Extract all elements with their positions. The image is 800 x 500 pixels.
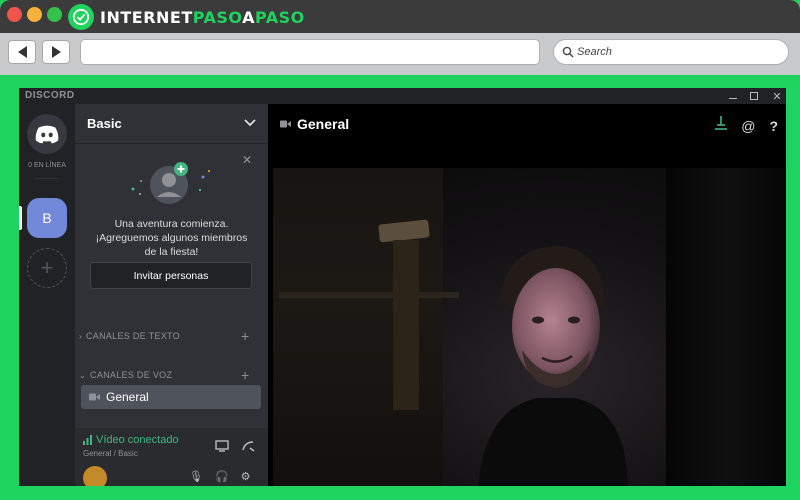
video-camera-icon <box>89 393 100 401</box>
back-button[interactable] <box>8 40 36 64</box>
invite-card: ✕ Una aventura comienza. ¡Agreguemos alg… <box>75 145 268 297</box>
server-rail: 0 EN LÍNEA B + <box>19 104 75 486</box>
video-stream[interactable] <box>273 168 786 486</box>
zoom-window-button[interactable] <box>47 7 62 22</box>
minimize-icon <box>729 97 737 99</box>
add-server-button[interactable]: + <box>27 248 67 288</box>
headphones-icon[interactable]: 🎧 <box>215 470 229 483</box>
browser-toolbar: INTERNETPASOAPASO Search <box>0 0 800 75</box>
brand-text-paso: PASO <box>192 7 243 27</box>
avatar[interactable] <box>83 466 107 486</box>
voice-channels-category[interactable]: ⌄ CANALES DE VOZ + <box>75 367 268 383</box>
browser-title-bar: INTERNETPASOAPASO <box>0 0 800 33</box>
voice-status-title: Vídeo conectado <box>96 434 179 446</box>
help-icon[interactable]: ? <box>769 118 778 134</box>
channel-sidebar: Basic ✕ Una aventura comienza. ¡Agreguem… <box>75 104 268 486</box>
card-line-1: Una aventura comienza. <box>114 218 229 230</box>
caret-down-icon: ⌄ <box>79 370 87 380</box>
mentions-icon[interactable]: @ <box>741 118 755 134</box>
selected-server-indicator <box>19 206 22 230</box>
discord-window: DISCORD ✕ 0 EN LÍNEA B + Basic ✕ Una ave… <box>19 88 786 486</box>
invite-people-button[interactable]: Invitar personas <box>90 262 252 289</box>
pin-icon[interactable] <box>715 116 728 135</box>
main-content: General @ ? <box>268 104 786 486</box>
voice-channel-name: General <box>106 390 149 404</box>
card-line-3: de la fiesta! <box>144 246 199 258</box>
search-icon <box>562 46 574 58</box>
video-person-figure <box>478 246 628 486</box>
rail-divider <box>35 178 59 179</box>
forward-arrow-icon <box>51 46 61 58</box>
maximize-button[interactable] <box>746 89 762 103</box>
home-button[interactable] <box>27 114 67 154</box>
video-lamp-base <box>393 240 419 410</box>
text-channels-category[interactable]: › CANALES DE TEXTO + <box>75 328 268 344</box>
voice-channel-general[interactable]: General <box>81 385 261 409</box>
dismiss-card-button[interactable]: ✕ <box>242 153 252 167</box>
online-count: 0 EN LÍNEA <box>28 162 66 169</box>
guild-name: Basic <box>87 116 122 131</box>
maximize-icon <box>750 92 758 100</box>
channel-title: General <box>297 116 350 132</box>
minimize-button[interactable] <box>725 89 741 103</box>
video-camera-icon <box>280 120 291 128</box>
text-channels-label: CANALES DE TEXTO <box>85 331 180 341</box>
back-arrow-icon <box>17 46 27 58</box>
address-bar[interactable] <box>80 39 540 65</box>
search-input[interactable]: Search <box>553 39 789 65</box>
gear-icon[interactable]: ⚙ <box>241 470 251 483</box>
close-button[interactable]: ✕ <box>769 89 785 103</box>
user-panel: 🎙 🎧 ⚙ <box>75 466 268 486</box>
card-line-2: ¡Agreguemos algunos miembros <box>95 232 248 244</box>
search-placeholder: Search <box>577 46 612 58</box>
party-illustration-icon <box>131 162 210 204</box>
add-text-channel-button[interactable]: + <box>241 328 249 344</box>
close-window-button[interactable] <box>7 7 22 22</box>
discord-title-bar: DISCORD ✕ <box>19 88 786 104</box>
discord-wordmark: DISCORD <box>25 90 75 101</box>
brand-mark-icon <box>68 4 94 30</box>
brand-text-internet: INTERNET <box>100 7 193 27</box>
discord-logo-icon <box>35 125 59 144</box>
signal-bars-icon <box>83 435 92 445</box>
chevron-down-icon <box>244 115 256 133</box>
voice-channels-label: CANALES DE VOZ <box>90 370 173 380</box>
voice-status-panel: Vídeo conectado General / Basic <box>75 428 268 470</box>
server-basic-button[interactable]: B <box>27 198 67 238</box>
guild-header[interactable]: Basic <box>75 104 268 144</box>
video-curtain <box>666 168 786 486</box>
disconnect-icon[interactable] <box>241 440 255 452</box>
forward-button[interactable] <box>42 40 70 64</box>
microphone-icon[interactable]: 🎙 <box>189 470 203 483</box>
add-voice-channel-button[interactable]: + <box>241 367 249 383</box>
brand-text-a: A <box>242 7 255 27</box>
channel-header: General @ ? <box>268 104 786 144</box>
video-shelf-edge <box>279 292 459 298</box>
site-logo: INTERNETPASOAPASO <box>68 4 305 30</box>
caret-right-icon: › <box>79 331 82 341</box>
minimize-window-button[interactable] <box>27 7 42 22</box>
brand-text-paso-2: PASO <box>254 7 305 27</box>
screen-share-icon[interactable] <box>215 440 229 452</box>
